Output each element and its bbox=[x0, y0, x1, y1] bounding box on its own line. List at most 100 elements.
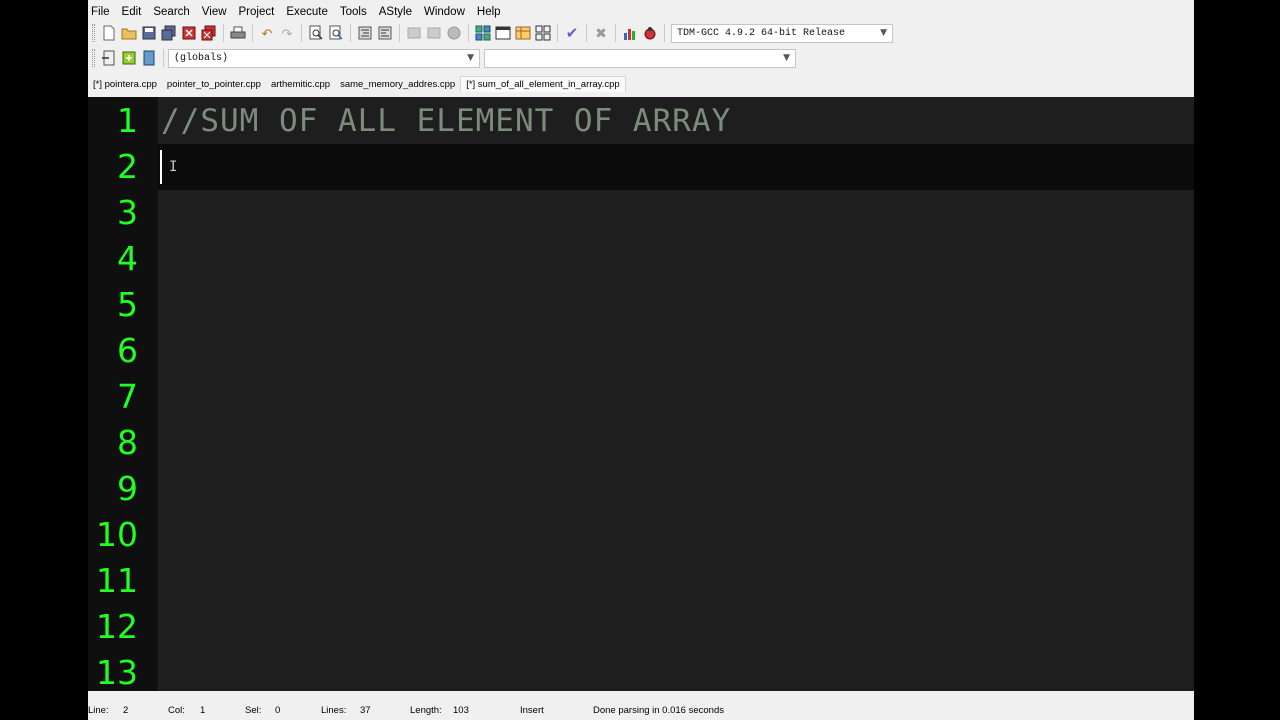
line-number: 10 bbox=[96, 515, 138, 554]
status-sel-value: 0 bbox=[275, 704, 281, 716]
text-caret bbox=[160, 150, 162, 184]
status-line-label: Line: bbox=[88, 704, 109, 716]
close-icon[interactable] bbox=[180, 24, 198, 42]
menu-bar: File Edit Search View Project Execute To… bbox=[88, 2, 510, 22]
line-number: 11 bbox=[96, 561, 138, 600]
menu-window[interactable]: Window bbox=[421, 6, 465, 18]
tab-arthemitic[interactable]: arthemitic.cpp bbox=[266, 77, 335, 92]
compiler-select-value: TDM-GCC 4.9.2 64-bit Release bbox=[677, 27, 846, 39]
tab-pointer-to-pointer[interactable]: pointer_to_pointer.cpp bbox=[162, 77, 266, 92]
class-toolbar: (globals) ▼ ▼ bbox=[88, 46, 808, 70]
unindent-icon[interactable] bbox=[376, 24, 394, 42]
save-all-icon[interactable] bbox=[160, 24, 178, 42]
status-line-value: 2 bbox=[123, 704, 129, 716]
toggle-bookmark-icon[interactable] bbox=[140, 49, 158, 67]
menu-view[interactable]: View bbox=[199, 6, 227, 18]
toolbar-separator bbox=[586, 24, 587, 42]
toolbar-separator bbox=[252, 24, 253, 42]
save-icon[interactable] bbox=[140, 24, 158, 42]
chevron-down-icon: ▼ bbox=[467, 52, 474, 63]
status-mode: Insert bbox=[520, 704, 544, 716]
menu-tools[interactable]: Tools bbox=[337, 6, 367, 18]
code-line-comment[interactable]: //SUM OF ALL ELEMENT OF ARRAY bbox=[161, 98, 731, 144]
toolbar-separator bbox=[664, 24, 665, 42]
status-length-value: 103 bbox=[453, 704, 469, 716]
goto-icon[interactable] bbox=[100, 49, 118, 67]
code-editor[interactable]: 1 2 3 4 5 6 7 8 9 10 11 12 13 //SUM OF A… bbox=[88, 97, 1194, 691]
current-line-highlight bbox=[158, 144, 1194, 190]
ibeam-cursor-icon: I bbox=[169, 159, 178, 175]
status-length-label: Length: bbox=[410, 704, 442, 716]
toolbar-separator bbox=[163, 49, 164, 67]
main-toolbar: ↶ ↷ ✔ ✖ TDM-GCC 4.9.2 64-bit Release ▼ bbox=[88, 20, 938, 46]
menu-project[interactable]: Project bbox=[236, 6, 275, 18]
toolbar-separator bbox=[557, 24, 558, 42]
menu-execute[interactable]: Execute bbox=[283, 6, 328, 18]
line-number: 8 bbox=[117, 423, 138, 462]
chevron-down-icon: ▼ bbox=[783, 52, 790, 63]
menu-astyle[interactable]: AStyle bbox=[376, 6, 412, 18]
status-col-value: 1 bbox=[200, 704, 206, 716]
menu-edit[interactable]: Edit bbox=[119, 6, 142, 18]
stop-icon[interactable]: ✖ bbox=[592, 24, 610, 42]
replace-icon[interactable] bbox=[327, 24, 345, 42]
line-number: 13 bbox=[96, 653, 138, 691]
line-number: 12 bbox=[96, 607, 138, 646]
toolbar-grip[interactable] bbox=[92, 24, 95, 42]
line-number-gutter: 1 2 3 4 5 6 7 8 9 10 11 12 13 bbox=[88, 97, 158, 691]
toolbar-separator bbox=[399, 24, 400, 42]
devcpp-window: File Edit Search View Project Execute To… bbox=[88, 0, 1194, 720]
toolbar-separator bbox=[301, 24, 302, 42]
redo-icon[interactable]: ↷ bbox=[278, 24, 296, 42]
tab-sum-of-all-element-in-array[interactable]: [*] sum_of_all_element_in_array.cpp bbox=[460, 76, 626, 92]
status-lines-label: Lines: bbox=[321, 704, 347, 716]
status-lines-value: 37 bbox=[360, 704, 371, 716]
scope-select-value: (globals) bbox=[174, 52, 229, 64]
toolbar-separator bbox=[223, 24, 224, 42]
indent-icon[interactable] bbox=[356, 24, 374, 42]
new-project-icon[interactable] bbox=[474, 24, 492, 42]
new-file-icon[interactable] bbox=[100, 24, 118, 42]
line-number: 6 bbox=[117, 331, 138, 370]
undo-icon[interactable]: ↶ bbox=[258, 24, 276, 42]
check-icon[interactable]: ✔ bbox=[563, 24, 581, 42]
line-number: 7 bbox=[117, 377, 138, 416]
tab-same-memory-addres[interactable]: same_memory_addres.cpp bbox=[335, 77, 460, 92]
print-icon[interactable] bbox=[229, 24, 247, 42]
line-number: 9 bbox=[117, 469, 138, 508]
status-bar: Line: 2 Col: 1 Sel: 0 Lines: 37 Length: … bbox=[88, 700, 1194, 720]
insert-icon[interactable] bbox=[120, 49, 138, 67]
line-number: 5 bbox=[117, 285, 138, 324]
chart-icon[interactable] bbox=[621, 24, 639, 42]
status-sel-label: Sel: bbox=[245, 704, 262, 716]
status-col-label: Col: bbox=[168, 704, 185, 716]
forward-icon[interactable] bbox=[425, 24, 443, 42]
status-message: Done parsing in 0.016 seconds bbox=[593, 704, 724, 716]
debug-icon[interactable] bbox=[641, 24, 659, 42]
bookmark-icon[interactable] bbox=[445, 24, 463, 42]
toolbar-separator bbox=[615, 24, 616, 42]
tab-pointera[interactable]: [*] pointera.cpp bbox=[88, 77, 162, 92]
line-number: 2 bbox=[117, 147, 138, 186]
find-icon[interactable] bbox=[307, 24, 325, 42]
menu-file[interactable]: File bbox=[88, 6, 110, 18]
line-number: 1 bbox=[117, 101, 138, 140]
chevron-down-icon: ▼ bbox=[880, 27, 887, 38]
scope-select[interactable]: (globals) ▼ bbox=[168, 48, 480, 68]
menu-search[interactable]: Search bbox=[150, 6, 189, 18]
toolbar-separator bbox=[350, 24, 351, 42]
toolbar-grip[interactable] bbox=[92, 49, 95, 67]
member-select[interactable]: ▼ bbox=[484, 48, 796, 68]
close-all-icon[interactable] bbox=[200, 24, 218, 42]
menu-help[interactable]: Help bbox=[474, 6, 501, 18]
code-area[interactable]: //SUM OF ALL ELEMENT OF ARRAY I bbox=[158, 97, 1194, 691]
editor-tabs: [*] pointera.cpp pointer_to_pointer.cpp … bbox=[88, 74, 626, 94]
compiler-select[interactable]: TDM-GCC 4.9.2 64-bit Release ▼ bbox=[671, 23, 893, 43]
back-icon[interactable] bbox=[405, 24, 423, 42]
layout-icon[interactable] bbox=[534, 24, 552, 42]
open-icon[interactable] bbox=[120, 24, 138, 42]
line-number: 4 bbox=[117, 239, 138, 278]
toolbar-separator bbox=[468, 24, 469, 42]
class-icon[interactable] bbox=[514, 24, 532, 42]
window-icon[interactable] bbox=[494, 24, 512, 42]
